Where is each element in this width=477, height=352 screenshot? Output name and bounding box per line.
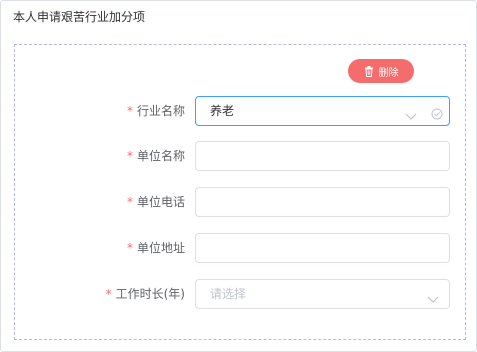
section-title: 本人申请艰苦行业加分项 [13, 10, 146, 24]
required-mark: * [126, 241, 133, 255]
industry-row: * 行业名称 养老 [1, 96, 477, 126]
delete-button[interactable]: 删除 [348, 59, 414, 83]
required-mark: * [126, 149, 133, 163]
industry-label: * 行业名称 [126, 104, 185, 118]
work-years-placeholder: 请选择 [210, 287, 247, 301]
industry-value: 养老 [210, 104, 235, 118]
chevron-down-icon[interactable] [405, 106, 417, 125]
chevron-down-icon[interactable] [427, 289, 439, 308]
unit-name-input[interactable] [195, 141, 450, 171]
unit-phone-label: * 单位电话 [126, 195, 185, 209]
industry-bonus-panel: 本人申请艰苦行业加分项 删除 * 行业名称 养老 * 单位名称 * 单位电话 *… [0, 0, 477, 352]
circle-check-icon [431, 105, 443, 124]
work-years-row: * 工作时长(年) 请选择 [1, 279, 477, 309]
industry-select[interactable]: 养老 [195, 96, 450, 126]
delete-button-label: 删除 [378, 67, 399, 79]
unit-address-label: * 单位地址 [126, 241, 185, 255]
required-mark: * [126, 104, 133, 118]
unit-phone-row: * 单位电话 [1, 187, 477, 217]
work-years-label: * 工作时长(年) [105, 287, 185, 301]
unit-name-row: * 单位名称 [1, 141, 477, 171]
work-years-select[interactable]: 请选择 [195, 279, 450, 309]
unit-phone-input[interactable] [195, 187, 450, 217]
required-mark: * [105, 287, 112, 301]
required-mark: * [126, 195, 133, 209]
unit-address-input[interactable] [195, 233, 450, 263]
trash-icon [364, 65, 374, 77]
unit-name-label: * 单位名称 [126, 149, 185, 163]
unit-address-row: * 单位地址 [1, 233, 477, 263]
